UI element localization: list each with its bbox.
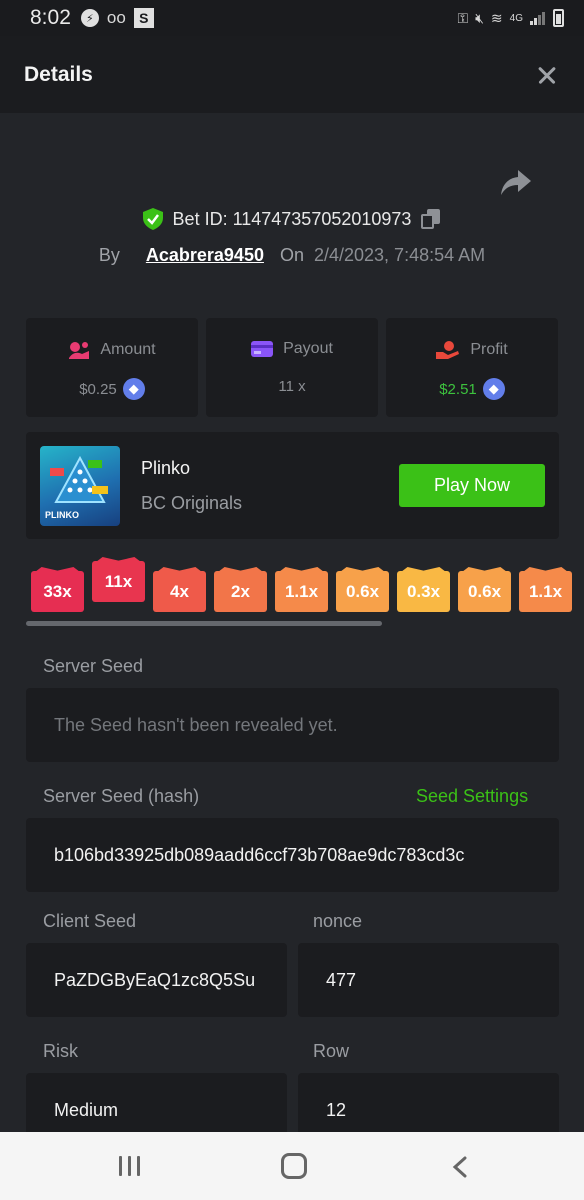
thumb-brand: PLINKO <box>45 510 80 520</box>
amount-value: $0.25 <box>79 380 117 398</box>
copy-icon[interactable] <box>421 209 441 229</box>
network-type: 4G <box>509 12 523 24</box>
page-title: Details <box>24 62 93 86</box>
nonce-field[interactable]: 477 <box>298 943 559 1017</box>
multiplier-slot-active: 11x <box>92 561 145 602</box>
risk-label: Risk <box>43 1041 78 1061</box>
status-time: 8:02 <box>30 6 71 29</box>
profit-value: $2.51 <box>439 380 477 398</box>
bet-date: 2/4/2023, 7:48:54 AM <box>313 245 486 265</box>
server-seed-field: The Seed hasn't been revealed yet. <box>26 688 559 762</box>
status-bar: 8:02 ⚡ oo S ⚿ 🔇︎ ≋ 4G <box>0 0 584 36</box>
close-button[interactable] <box>534 62 560 88</box>
voicemail-icon: oo <box>106 8 126 27</box>
bet-id-row: Bet ID: 114747357052010973 <box>0 208 584 230</box>
android-nav-bar <box>0 1132 584 1200</box>
multiplier-slot: 1.1x <box>519 571 572 612</box>
game-name: Plinko <box>141 458 191 478</box>
multiplier-slot: 0.3x <box>397 571 450 612</box>
eth-coin-icon: ◆ <box>122 378 145 400</box>
username-link[interactable]: Acabrera9450 <box>146 245 264 266</box>
eth-coin-icon: ◆ <box>482 378 505 400</box>
client-seed-label: Client Seed <box>43 911 137 931</box>
key-icon: ⚿ <box>457 9 469 26</box>
mute-icon: 🔇︎ <box>475 9 484 26</box>
nonce-label: nonce <box>313 911 363 931</box>
game-provider: BC Originals <box>141 493 243 513</box>
multiplier-slot: 0.6x <box>458 571 511 612</box>
by-label: By <box>98 245 120 265</box>
back-button[interactable] <box>450 1156 470 1178</box>
details-header: Details <box>0 36 584 113</box>
multiplier-slot: 1.1x <box>275 571 328 612</box>
bet-meta-row: By Acabrera9450 On 2/4/2023, 7:48:54 AM <box>0 245 584 266</box>
home-button[interactable] <box>281 1153 307 1179</box>
payout-icon <box>251 341 274 357</box>
multiplier-slot: 33x <box>31 571 84 612</box>
share-icon[interactable] <box>500 168 532 196</box>
signal-icon <box>530 12 545 25</box>
app-s-icon: S <box>133 8 154 28</box>
status-icons: ⚿ 🔇︎ ≋ 4G <box>457 9 564 27</box>
seed-settings-link[interactable]: Seed Settings <box>416 786 528 807</box>
payout-card: Payout 11 x <box>206 318 378 417</box>
server-seed-hash-field[interactable]: b106bd33925db089aadd6ccf73b708ae9dc783cd… <box>26 818 559 892</box>
play-now-button[interactable]: Play Now <box>399 464 545 507</box>
multiplier-slot: 2x <box>214 571 267 612</box>
bet-id: Bet ID: 114747357052010973 <box>172 208 412 229</box>
amount-label: Amount <box>100 341 156 358</box>
client-seed-field[interactable]: PaZDGByEaQ1zc8Q5Su <box>26 943 287 1017</box>
plinko-thumbnail[interactable]: PLINKO <box>40 446 120 526</box>
payout-value: 11 x <box>278 378 306 395</box>
profit-label: Profit <box>470 341 508 358</box>
multiplier-slot: 4x <box>153 571 206 612</box>
recents-button[interactable] <box>119 1156 143 1176</box>
server-seed-hash-label: Server Seed (hash) <box>43 786 200 806</box>
profit-icon <box>436 341 460 359</box>
multiplier-slot: 0.6x <box>336 571 389 612</box>
payout-label: Payout <box>283 340 333 357</box>
verified-shield-icon <box>142 208 163 230</box>
messenger-icon: ⚡ <box>80 9 99 27</box>
multiplier-scrollbar[interactable] <box>26 621 382 626</box>
row-label: Row <box>313 1041 350 1061</box>
on-label: On <box>279 245 304 265</box>
amount-card: Amount $0.25 ◆ <box>26 318 198 417</box>
wifi-icon: ≋ <box>490 9 503 26</box>
profit-card: Profit $2.51 ◆ <box>386 318 558 417</box>
server-seed-label: Server Seed <box>43 656 144 676</box>
game-card: PLINKO Plinko BC Originals Play Now <box>26 432 559 539</box>
battery-icon <box>553 9 564 27</box>
amount-icon <box>69 342 90 359</box>
